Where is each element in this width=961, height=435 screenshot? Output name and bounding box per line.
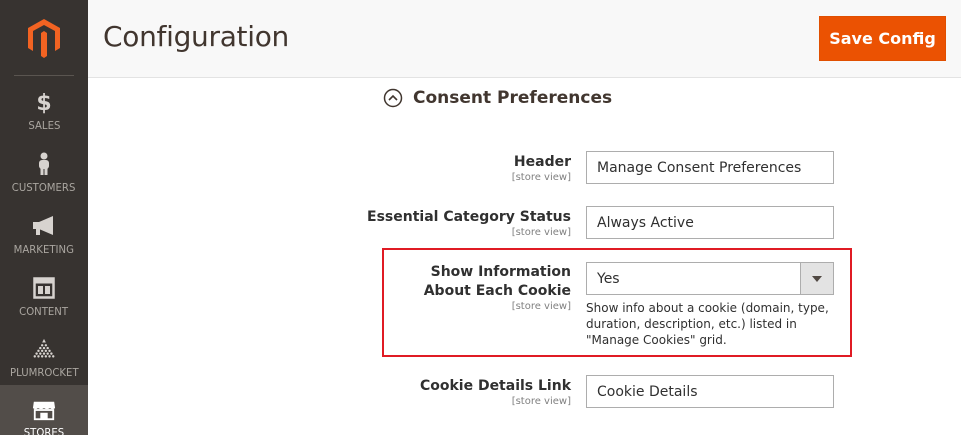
sidebar-item-marketing[interactable]: MARKETING	[0, 202, 88, 264]
field-label-text: Essential Category Status	[367, 209, 571, 225]
sidebar-item-plumrocket[interactable]: PLUMROCKET	[0, 325, 88, 387]
sidebar-item-label: STORES	[23, 426, 65, 435]
layout-icon	[32, 276, 56, 300]
header-input[interactable]: Manage Consent Preferences	[586, 151, 834, 184]
sidebar-item-label: MARKETING	[13, 243, 75, 256]
scope-label: [store view]	[511, 172, 571, 183]
store-icon	[32, 399, 56, 421]
admin-sidebar: $ SALES CUSTOMERS MARKETING CONTENT PLUM…	[0, 0, 88, 435]
field-label-text: Header	[513, 154, 571, 170]
sidebar-item-label: PLUMROCKET	[9, 366, 79, 379]
field-label-text: Cookie Details Link	[419, 378, 571, 394]
highlight-box	[382, 248, 852, 357]
essential-status-input[interactable]: Always Active	[586, 206, 834, 239]
page-title: Configuration	[103, 20, 289, 53]
svg-text:$: $	[36, 91, 51, 114]
save-config-button[interactable]: Save Config	[819, 16, 946, 61]
details-link-input[interactable]: Cookie Details	[586, 375, 834, 408]
sidebar-item-sales[interactable]: $ SALES	[0, 78, 88, 140]
scope-label: [store view]	[511, 396, 571, 407]
sidebar-item-stores[interactable]: STORES	[0, 385, 88, 435]
sidebar-item-label: SALES	[28, 119, 60, 132]
plumrocket-icon	[32, 337, 56, 361]
dollar-icon: $	[32, 90, 56, 114]
megaphone-icon	[32, 214, 56, 238]
section-title: Consent Preferences	[413, 88, 613, 108]
sidebar-item-customers[interactable]: CUSTOMERS	[0, 140, 88, 202]
essential-status-field-label: Essential Category Status [store view]	[367, 208, 571, 239]
scope-label: [store view]	[511, 227, 571, 238]
sidebar-item-content[interactable]: CONTENT	[0, 264, 88, 326]
sidebar-divider	[14, 75, 74, 76]
section-header[interactable]: Consent Preferences	[383, 88, 612, 108]
magento-logo-icon[interactable]	[0, 0, 88, 76]
person-icon	[32, 152, 56, 176]
sidebar-item-label: CONTENT	[19, 305, 69, 318]
sidebar-item-label: CUSTOMERS	[12, 181, 76, 194]
collapse-icon[interactable]	[383, 88, 403, 108]
header-field-label: Header [store view]	[512, 153, 571, 184]
details-link-field-label: Cookie Details Link [store view]	[420, 377, 571, 408]
page-header: Configuration Save Config	[88, 0, 961, 78]
